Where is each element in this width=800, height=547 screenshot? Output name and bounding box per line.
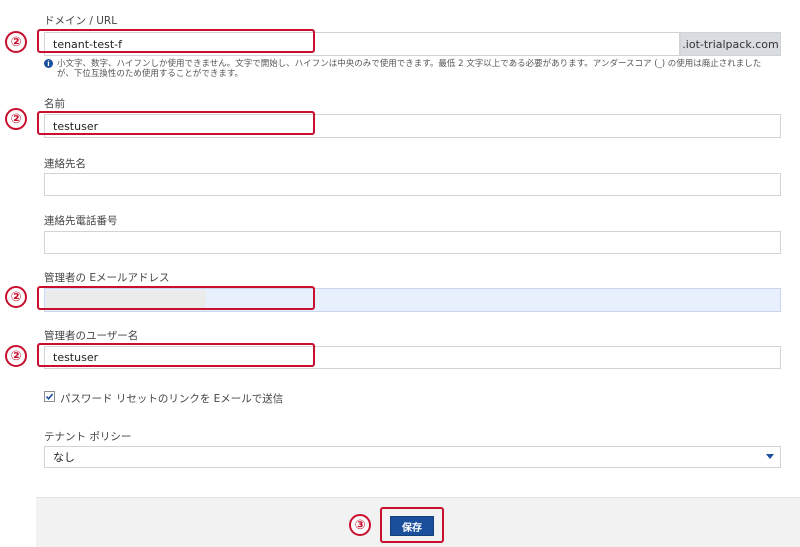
contact-phone-input[interactable]: [44, 231, 781, 254]
info-icon: i: [44, 59, 53, 68]
highlight-admin-username: [37, 343, 315, 367]
highlight-domain: [37, 29, 315, 53]
admin-username-label: 管理者のユーザー名: [44, 330, 139, 342]
tenant-policy-select[interactable]: なし: [44, 446, 781, 468]
contact-name-label: 連絡先名: [44, 158, 86, 170]
highlight-save: [380, 507, 444, 543]
name-label: 名前: [44, 98, 65, 110]
step-3-marker: ③: [349, 514, 371, 536]
password-reset-checkbox[interactable]: [44, 391, 55, 402]
tenant-policy-label: テナント ポリシー: [44, 431, 132, 443]
highlight-name: [37, 111, 315, 135]
contact-name-input[interactable]: [44, 173, 781, 196]
domain-help-line2: が、下位互換性のため使用することができます。: [57, 69, 243, 79]
step-2-marker: ②: [5, 31, 27, 53]
step-2-marker: ②: [5, 286, 27, 308]
contact-phone-label: 連絡先電話番号: [44, 215, 118, 227]
domain-suffix: .iot-trialpack.com: [680, 32, 781, 56]
chevron-down-icon: [766, 454, 774, 459]
checkmark-icon: [45, 393, 54, 401]
domain-label: ドメイン / URL: [44, 15, 118, 27]
password-reset-label: パスワード リセットのリンクを Eメールで送信: [60, 393, 284, 405]
domain-help-line1: 小文字、数字、ハイフンしか使用できません。文字で開始し、ハイフンは中央のみで使用…: [57, 59, 762, 69]
step-2-marker: ②: [5, 108, 27, 130]
highlight-admin-email: [37, 286, 315, 310]
step-2-marker: ②: [5, 345, 27, 367]
admin-email-label: 管理者の Eメールアドレス: [44, 272, 170, 284]
